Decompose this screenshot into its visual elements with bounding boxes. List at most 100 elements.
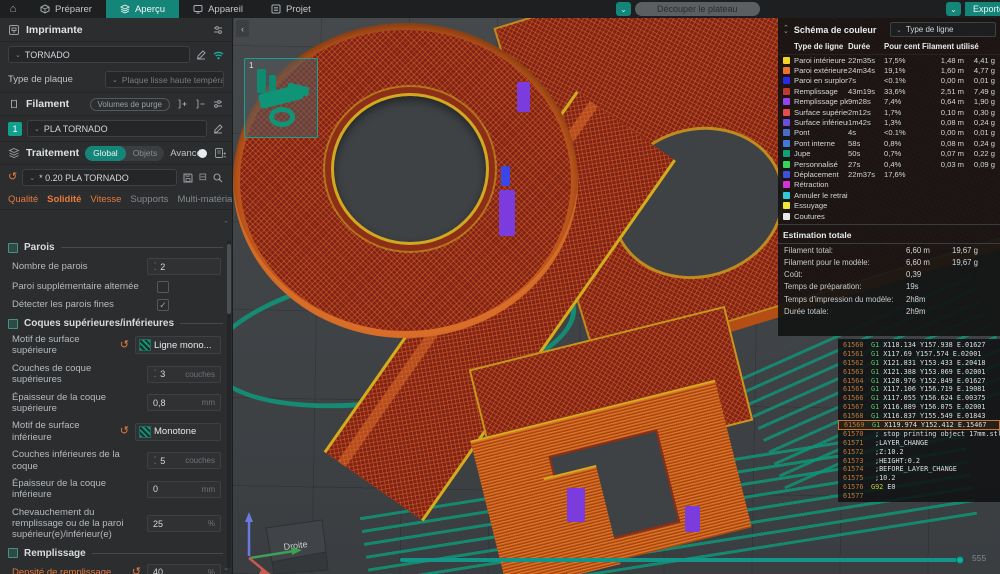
process-tab[interactable]: Solidité: [47, 194, 81, 209]
estimation-value-2: 19,67 g: [952, 258, 979, 268]
view-type-combo[interactable]: ⌄ Type de ligne: [890, 22, 996, 37]
gcode-line[interactable]: 61576 G92 E0: [838, 483, 1000, 492]
gcode-line[interactable]: 61563 G1 X121.388 Y153.069 E.02001: [838, 367, 1000, 376]
stepper-arrows-icon[interactable]: ⌃ ⌄: [153, 456, 157, 465]
home-icon[interactable]: ⌂: [0, 0, 26, 18]
reset-setting-icon[interactable]: ↺: [132, 566, 141, 574]
plate-thumbnail[interactable]: 1: [244, 58, 318, 138]
slice-plate-button[interactable]: Découper le plateau: [635, 2, 760, 16]
line-type-label: Remplissage plein interne: [794, 97, 848, 107]
gcode-line[interactable]: 61567 G1 X116.889 Y156.075 E.02001: [838, 403, 1000, 412]
gcode-line[interactable]: 61562 G1 X121.831 Y153.433 E.20418: [838, 359, 1000, 368]
gcode-line[interactable]: 61566 G1 X117.055 Y156.624 E.00375: [838, 394, 1000, 403]
bottom-shell-thickness-input[interactable]: 0 mm: [147, 480, 221, 498]
printer-preset-combo[interactable]: ⌄ TORNADO: [8, 46, 190, 63]
process-tab[interactable]: Qualité: [8, 194, 38, 209]
gcode-line[interactable]: 61568 G1 X116.837 Y155.549 E.01843: [838, 411, 1000, 420]
export-dropdown-icon[interactable]: ⌄: [946, 2, 961, 16]
settings-scroll-area[interactable]: Parois Nombre de parois ⌃ ⌄ 2 Paroi suppl…: [0, 234, 232, 574]
segment-objects[interactable]: Objets: [126, 148, 165, 158]
estimation-label: Temps de préparation:: [784, 282, 862, 292]
wifi-icon[interactable]: [212, 49, 224, 61]
process-preset-combo[interactable]: ⌄ * 0.20 PLA TORNADO: [22, 169, 177, 186]
edit-printer-icon[interactable]: [195, 49, 207, 61]
search-icon[interactable]: [212, 172, 224, 184]
gcode-line[interactable]: 61564 G1 X120.976 Y152.849 E.01627: [838, 376, 1000, 385]
stepper-arrows-icon[interactable]: ⌃ ⌄: [153, 262, 157, 271]
segment-global[interactable]: Global: [85, 145, 126, 161]
plate-type-combo[interactable]: ⌄ Plaque lisse haute température: [105, 71, 224, 88]
gcode-line[interactable]: 61560 G1 X118.134 Y157.938 E.01627: [838, 341, 1000, 350]
line-type-label: Pont interne: [794, 138, 835, 148]
gcode-line[interactable]: 61569 G1 X119.974 Y152.412 E.15467: [838, 420, 1000, 430]
tab-device[interactable]: Appareil: [179, 0, 257, 18]
move-slider-track[interactable]: [400, 556, 965, 564]
tab-prepare[interactable]: Préparer: [26, 0, 106, 18]
line-type-percent: 17,6%: [884, 169, 906, 179]
export-button[interactable]: Exporter le fic: [965, 2, 1000, 16]
plate-type-value: Plaque lisse haute température: [121, 74, 223, 85]
scroll-down-icon[interactable]: ⌄: [223, 564, 229, 572]
reset-setting-icon[interactable]: ↺: [120, 339, 129, 351]
process-tab[interactable]: Supports: [130, 194, 168, 209]
top-surface-pattern-combo[interactable]: Ligne mono...: [135, 336, 221, 355]
orientation-gizmo[interactable]: Droite: [236, 510, 340, 574]
gcode-line[interactable]: 61561 G1 X117.69 Y157.574 E.02001: [838, 350, 1000, 359]
process-tab[interactable]: Multi-matériaux: [177, 194, 232, 209]
chevron-down-icon: ⌄: [112, 76, 118, 84]
compare-presets-icon[interactable]: [214, 147, 226, 159]
gcode-line[interactable]: 61577: [838, 491, 1000, 500]
bottom-shell-layers-stepper[interactable]: ⌃ ⌄ 5 couches: [147, 452, 221, 470]
setting-value: 5: [160, 455, 166, 466]
tab-project[interactable]: Projet: [257, 0, 325, 18]
reset-setting-icon[interactable]: ↺: [120, 426, 129, 437]
infill-wall-overlap-input[interactable]: 25 %: [147, 515, 221, 533]
gcode-line[interactable]: 61575 ;10.2: [838, 474, 1000, 483]
filament-slot-badge[interactable]: 1: [8, 121, 22, 136]
tab-preview[interactable]: Aperçu: [105, 0, 180, 18]
stepper-arrows-icon[interactable]: ⌃ ⌄: [153, 370, 157, 379]
process-preset-row: ↺ ⌄ * 0.20 PLA TORNADO ⊟: [0, 165, 232, 190]
edit-filament-icon[interactable]: [212, 123, 224, 135]
global-objects-toggle[interactable]: Global Objets: [85, 145, 165, 161]
filament-preset-combo[interactable]: ⌄ PLA TORNADO: [27, 120, 207, 137]
save-preset-icon[interactable]: [182, 172, 194, 184]
collapse-panel-icon[interactable]: ⌃ ⌄: [783, 25, 789, 35]
alternate-extra-wall-checkbox[interactable]: [157, 281, 169, 293]
gcode-line[interactable]: 61571 ;LAYER_CHANGE: [838, 439, 1000, 448]
line-type-color-swatch: [783, 139, 790, 147]
top-shell-thickness-input[interactable]: 0,8 mm: [147, 394, 221, 412]
line-type-duration: 50s: [848, 149, 861, 159]
printer-settings-icon[interactable]: [212, 24, 224, 36]
scroll-up-icon[interactable]: ⌃: [223, 220, 229, 228]
process-tab[interactable]: Vitesse: [90, 194, 121, 209]
infill-density-input[interactable]: 40 %: [147, 563, 221, 574]
move-slider-handle[interactable]: [956, 556, 964, 564]
slice-dropdown-icon[interactable]: ⌄: [616, 2, 631, 16]
gcode-line[interactable]: 61570 ; stop printing object 17mm.stl id…: [838, 430, 1000, 439]
wall-loops-stepper[interactable]: ⌃ ⌄ 2: [147, 258, 221, 275]
gcode-line[interactable]: 61565 G1 X117.106 Y156.719 E.19081: [838, 385, 1000, 394]
delete-preset-icon[interactable]: ⊟: [199, 172, 207, 183]
divider: [91, 552, 223, 554]
sidebar-scrollbar-thumb[interactable]: [227, 244, 231, 314]
collapse-thumbnails-icon[interactable]: ‹: [236, 20, 249, 37]
gcode-line[interactable]: 61572 ;Z:10.2: [838, 447, 1000, 456]
detect-thin-walls-checkbox[interactable]: ✓: [157, 299, 169, 311]
reset-preset-icon[interactable]: ↺: [8, 172, 17, 183]
z-axis-arrowhead: [245, 512, 253, 522]
line-type-length: 0,08 m: [940, 138, 964, 148]
purge-volumes-button[interactable]: Volumes de purge: [89, 97, 170, 111]
bottom-surface-pattern-combo[interactable]: Monotone: [135, 422, 221, 441]
remove-filament-icon[interactable]: [194, 98, 206, 110]
add-filament-icon[interactable]: [176, 98, 188, 110]
estimation-title: Estimation totale: [778, 224, 1000, 245]
line-type-label: Remplissage: [794, 86, 838, 96]
move-slider[interactable]: 555: [400, 553, 986, 564]
filament-settings-icon[interactable]: [212, 98, 224, 110]
top-shell-layers-stepper[interactable]: ⌃ ⌄ 3 couches: [147, 365, 221, 383]
gcode-line[interactable]: 61573 ;HEIGHT:0.2: [838, 456, 1000, 465]
line-type-color-swatch: [783, 129, 790, 137]
gcode-line[interactable]: 61574 ;BEFORE_LAYER_CHANGE: [838, 465, 1000, 474]
model-overhang-patch: [685, 506, 700, 532]
